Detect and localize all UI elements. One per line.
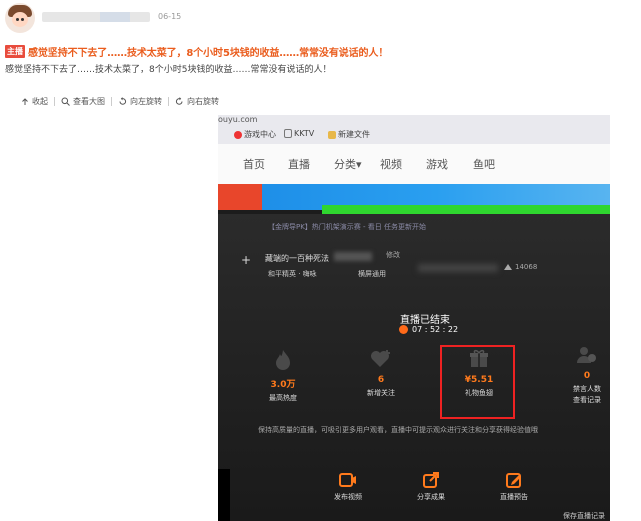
stat-label: 禁言人数 [573,385,601,393]
share-icon [423,472,439,488]
stat-new-follows: 6 新增关注 [346,349,416,398]
attached-photo[interactable]: ouyu.com 游戏中心 KKTV 新建文件 首页 直播 分类▾ 视频 游戏 … [218,115,610,521]
blurred-text [418,264,498,272]
nav-game[interactable]: 游戏 [426,156,448,172]
button-label: 发布视频 [334,493,362,501]
button-label: 直播预告 [500,493,528,501]
bookmark-game-center[interactable]: 游戏中心 [234,129,276,140]
bookmark-label: 新建文件 [338,130,370,139]
trend-icon [504,264,512,270]
image-toolbar: 收起 查看大图 向左旋转 向右旋转 [21,96,225,107]
nav-yuba[interactable]: 鱼吧 [473,156,495,172]
post-title-row: 主播 感觉坚持不下去了……技术太菜了，8个小时5块钱的收益……常常没有说话的人！ [5,44,388,59]
nav-category[interactable]: 分类▾ [334,156,362,172]
toolbar-divider [54,97,55,106]
video-icon [339,473,356,487]
nav-video[interactable]: 视频 [380,156,402,172]
bookmark-label: 游戏中心 [244,130,276,139]
site-nav: 首页 直播 分类▾ 视频 游戏 鱼吧 [218,144,610,184]
collapse-button[interactable]: 收起 [21,96,54,107]
toolbar-divider [168,97,169,106]
duration-value: 07 : 52 : 22 [412,325,459,334]
side-app-icon[interactable] [218,469,230,521]
heart-plus-icon [371,350,390,367]
notice-banner[interactable]: 【金牌导PK】热门机架演示赛 - 看日 任务更新开始 [268,222,426,232]
toolbar-divider [111,97,112,106]
blurred-text [334,252,372,261]
viewer-count: 14068 [504,263,537,271]
rotate-left-button[interactable]: 向左旋转 [118,96,168,107]
view-large-button[interactable]: 查看大图 [61,96,111,107]
avatar[interactable] [5,3,35,33]
highlight-box [440,345,515,419]
collapse-icon [22,97,28,105]
post-title[interactable]: 感觉坚持不下去了……技术太菜了，8个小时5块钱的收益……常常没有说话的人！ [28,44,388,59]
room-name: 藏端的一百种死法 [265,254,329,263]
stream-ended-title: 直播已结束 [400,315,450,326]
progress-stripe [322,205,610,214]
post-date: 06-15 [158,12,182,21]
bookmark-kktv[interactable]: KKTV [284,129,314,138]
username-blurred[interactable] [42,12,150,22]
avatar-eye [16,18,19,21]
logo-block [218,184,262,210]
viewer-count-value: 14068 [515,263,538,271]
stat-label: 最高热度 [269,394,297,402]
search-icon [61,97,70,106]
avatar-face [12,12,28,27]
rotate-left-label: 向左旋转 [130,97,162,106]
follow-plus-icon[interactable]: + [241,253,251,267]
stream-duration: 07 : 52 : 22 [399,325,458,334]
edit-icon [506,473,521,488]
view-records-link[interactable]: 查看记录 [552,395,610,405]
tip-text: 保持高质量的直播，可吸引更多用户观看，直播中可提示观众进行关注和分享获得经验值哦 [258,426,538,434]
stream-notice-button[interactable]: 直播预告 [489,472,539,502]
flame-icon [276,350,290,370]
save-record-link[interactable]: 保存直播记录 [563,511,605,521]
avatar-eye [21,18,24,21]
bookmark-new-folder[interactable]: 新建文件 [328,129,370,140]
post-body: 感觉坚持不下去了……技术太菜了，8个小时5块钱的收益……常常没有说话的人！ [5,65,332,75]
url-fragment: ouyu.com [218,115,258,124]
view-large-label: 查看大图 [73,97,105,106]
game-center-icon [234,130,242,139]
share-results-button[interactable]: 分享成果 [406,472,456,502]
stat-value: 0 [583,371,591,381]
button-label: 分享成果 [417,493,445,501]
rotate-right-icon [175,97,183,105]
rotate-right-label: 向右旋转 [187,97,219,106]
folder-icon [328,130,336,139]
collapse-label: 收起 [32,97,48,106]
host-badge: 主播 [5,44,25,58]
room-category: 和平精英 · 嗨咏 [268,270,317,278]
page-icon [284,129,292,138]
rotate-left-icon [119,97,127,105]
stat-label: 新增关注 [367,389,395,397]
nav-live[interactable]: 直播 [288,156,310,172]
clock-icon [399,325,408,334]
nav-home[interactable]: 首页 [243,156,265,172]
stat-value: 3.0万 [270,380,296,390]
stat-muted-users: 0 禁言人数 查看记录 [552,345,610,405]
stat-peak-heat: 3.0万 最高热度 [248,349,318,403]
rotate-right-button[interactable]: 向右旋转 [175,96,225,107]
stat-value: 6 [377,375,385,385]
bookmark-label: KKTV [294,129,315,138]
users-mute-icon [577,347,596,363]
browser-bar: ouyu.com 游戏中心 KKTV 新建文件 [218,115,610,144]
edit-link[interactable]: 修改 [386,250,400,260]
publish-video-button[interactable]: 发布视频 [323,472,373,502]
quality-label: 横屏通用 [358,270,386,278]
